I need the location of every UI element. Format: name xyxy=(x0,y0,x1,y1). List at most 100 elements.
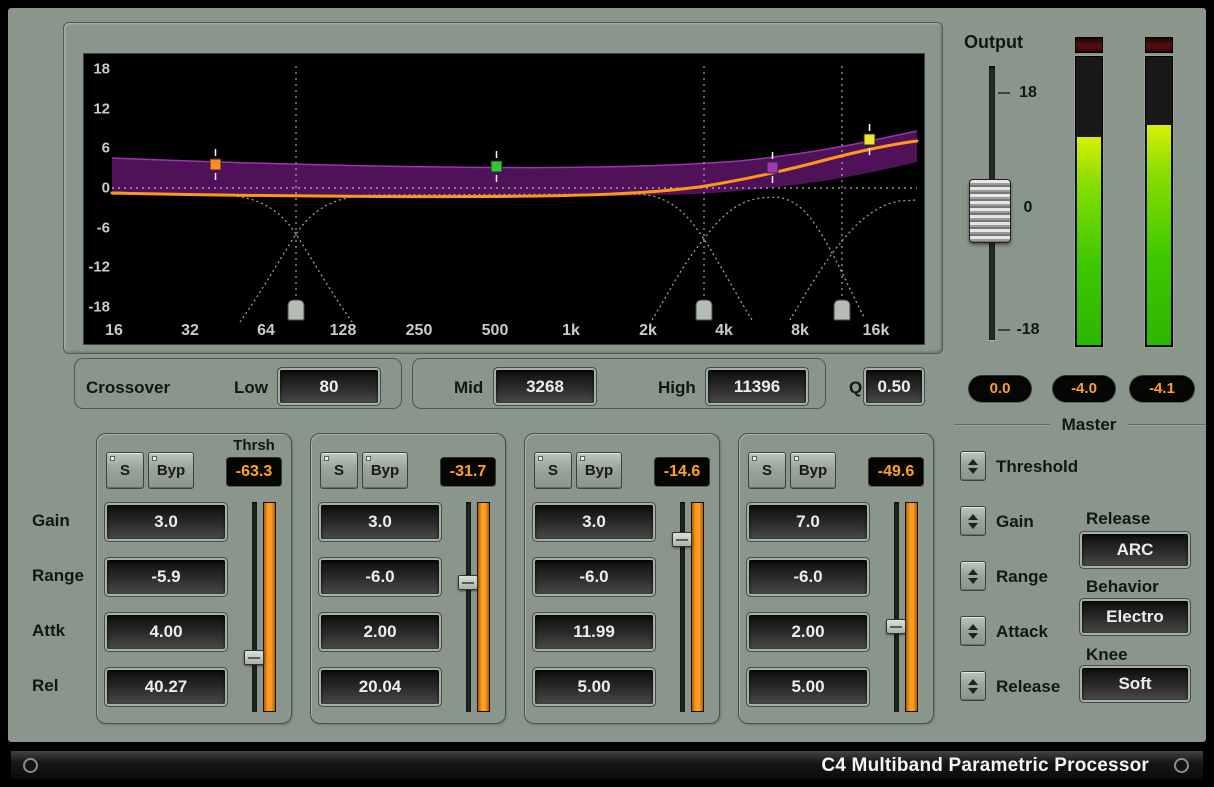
master-range-stepper[interactable] xyxy=(960,561,986,591)
band-2-threshold-display[interactable]: -31.7 xyxy=(441,458,495,486)
band-2-release-display[interactable]: 20.04 xyxy=(321,670,439,704)
band-2-attack-display[interactable]: 2.00 xyxy=(321,615,439,649)
clip-indicator-left[interactable] xyxy=(1075,37,1103,53)
band-4-level-meter xyxy=(905,502,918,712)
q-display[interactable]: 0.50 xyxy=(866,370,922,403)
frequency-graph-svg: 18 12 6 0 -6 -12 -18 16 32 64 128 250 xyxy=(84,54,924,344)
row-label-attack: Attk xyxy=(32,614,65,648)
output-fader-value[interactable]: 0.0 xyxy=(969,376,1031,402)
master-gain-stepper[interactable] xyxy=(960,506,986,536)
master-divider-left xyxy=(954,424,1050,426)
band-2-threshold-fader-thumb[interactable] xyxy=(458,575,478,590)
x-tick: 16 xyxy=(105,322,123,339)
frequency-graph[interactable]: 18 12 6 0 -6 -12 -18 16 32 64 128 250 xyxy=(84,54,924,344)
down-arrow-icon xyxy=(968,468,978,474)
band-1-threshold-fader-track[interactable] xyxy=(252,502,257,712)
master-attack-stepper[interactable] xyxy=(960,616,986,646)
master-threshold-stepper[interactable] xyxy=(960,451,986,481)
down-arrow-icon xyxy=(968,633,978,639)
band-1-range-display[interactable]: -5.9 xyxy=(107,560,225,594)
master-attack-label: Attack xyxy=(996,622,1048,642)
solo-label: S xyxy=(334,462,344,479)
up-arrow-icon xyxy=(968,679,978,685)
band-2-bypass-button[interactable]: Byp xyxy=(362,452,408,489)
crossover-high-display[interactable]: 11396 xyxy=(708,370,806,403)
clip-indicator-right[interactable] xyxy=(1145,37,1173,53)
x-tick: 2k xyxy=(639,322,657,339)
output-fader-thumb[interactable] xyxy=(969,179,1011,243)
q-label: Q xyxy=(849,378,862,398)
band-3-attack-display[interactable]: 11.99 xyxy=(535,615,653,649)
row-label-gain: Gain xyxy=(32,504,70,538)
band-2-level-meter xyxy=(477,502,490,712)
row-label-release: Rel xyxy=(32,669,58,703)
band-4-threshold-fader-track[interactable] xyxy=(894,502,899,712)
x-tick: 500 xyxy=(482,322,509,339)
crossover-handle-high[interactable] xyxy=(834,300,850,320)
band-4-bypass-button[interactable]: Byp xyxy=(790,452,836,489)
band-1-level-meter xyxy=(263,502,276,712)
waves-rotate-icon[interactable] xyxy=(1174,758,1189,773)
crossover-handle-mid[interactable] xyxy=(696,300,712,320)
band-3-bypass-button[interactable]: Byp xyxy=(576,452,622,489)
led-indicator xyxy=(152,456,157,461)
band-2-solo-button[interactable]: S xyxy=(320,452,358,489)
bypass-label: Byp xyxy=(585,462,613,479)
band-1-release-display[interactable]: 40.27 xyxy=(107,670,225,704)
band-1-solo-button[interactable]: S xyxy=(106,452,144,489)
band-3-solo-button[interactable]: S xyxy=(534,452,572,489)
solo-label: S xyxy=(120,462,130,479)
band-2-threshold-fader-track[interactable] xyxy=(466,502,471,712)
output-tick xyxy=(998,329,1010,331)
band-1-attack-display[interactable]: 4.00 xyxy=(107,615,225,649)
band-3-release-display[interactable]: 5.00 xyxy=(535,670,653,704)
band-3-gain-display[interactable]: 3.0 xyxy=(535,505,653,539)
x-tick: 128 xyxy=(330,322,357,339)
release-mode-display[interactable]: ARC xyxy=(1082,534,1188,566)
waves-rotate-icon[interactable] xyxy=(23,758,38,773)
band-1-threshold-fader-thumb[interactable] xyxy=(244,650,264,665)
band-3-panel: S Byp -14.6 3.0 -6.0 11.99 5.00 xyxy=(524,433,720,724)
x-tick: 1k xyxy=(562,322,580,339)
band-4-release-display[interactable]: 5.00 xyxy=(749,670,867,704)
band-4-gain-display[interactable]: 7.0 xyxy=(749,505,867,539)
band-1-gain-display[interactable]: 3.0 xyxy=(107,505,225,539)
crossover-low-display[interactable]: 80 xyxy=(280,370,378,403)
band-4-range-display[interactable]: -6.0 xyxy=(749,560,867,594)
led-indicator xyxy=(366,456,371,461)
master-threshold-label: Threshold xyxy=(996,457,1078,477)
master-divider-right xyxy=(1128,424,1206,426)
x-tick: 64 xyxy=(257,322,275,339)
c4-plugin-window: 18 12 6 0 -6 -12 -18 16 32 64 128 250 xyxy=(0,0,1214,787)
band-1-threshold-display[interactable]: -63.3 xyxy=(227,458,281,486)
led-indicator xyxy=(110,456,115,461)
output-tick xyxy=(998,92,1010,94)
bottom-title-bar: C4 Multiband Parametric Processor xyxy=(10,750,1204,780)
band-4-panel: S Byp -49.6 7.0 -6.0 2.00 5.00 xyxy=(738,433,934,724)
band-4-threshold-display[interactable]: -49.6 xyxy=(869,458,923,486)
band-3-threshold-fader-thumb[interactable] xyxy=(672,532,692,547)
band-3-range-display[interactable]: -6.0 xyxy=(535,560,653,594)
knee-display[interactable]: Soft xyxy=(1082,668,1188,700)
y-tick: -12 xyxy=(88,259,110,276)
behavior-display[interactable]: Electro xyxy=(1082,601,1188,633)
band-4-solo-button[interactable]: S xyxy=(748,452,786,489)
band3-filter-curve xyxy=(652,197,864,320)
master-release-stepper[interactable] xyxy=(960,671,986,701)
bypass-label: Byp xyxy=(799,462,827,479)
up-arrow-icon xyxy=(968,569,978,575)
band-4-threshold-fader-thumb[interactable] xyxy=(886,619,906,634)
crossover-low-label: Low xyxy=(234,378,268,398)
band-2-range-display[interactable]: -6.0 xyxy=(321,560,439,594)
band-1-bypass-button[interactable]: Byp xyxy=(148,452,194,489)
band-4-attack-display[interactable]: 2.00 xyxy=(749,615,867,649)
band-3-threshold-display[interactable]: -14.6 xyxy=(655,458,709,486)
solo-label: S xyxy=(548,462,558,479)
down-arrow-icon xyxy=(968,578,978,584)
crossover-mid-display[interactable]: 3268 xyxy=(496,370,594,403)
band1-filter-curve xyxy=(112,194,352,322)
crossover-handle-low[interactable] xyxy=(288,300,304,320)
band-2-gain-display[interactable]: 3.0 xyxy=(321,505,439,539)
x-tick: 250 xyxy=(406,322,433,339)
crossover-label: Crossover xyxy=(86,378,170,398)
